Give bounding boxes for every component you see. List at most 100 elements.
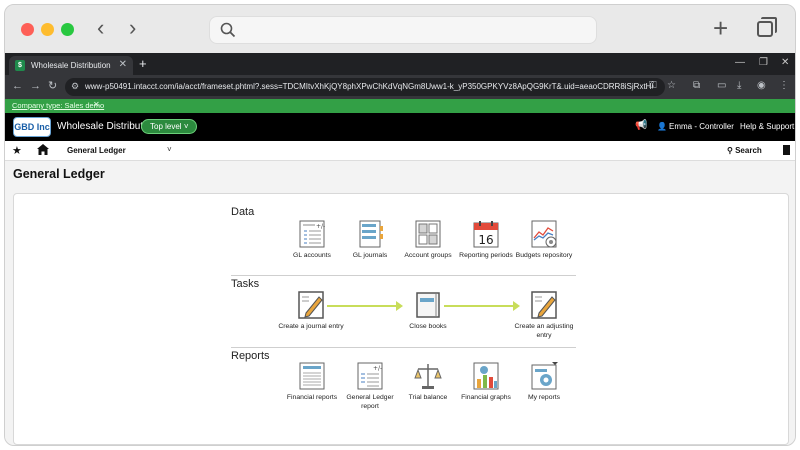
item-label: GL journals: [352, 252, 388, 259]
gl-accounts-item[interactable]: +/- GL accounts: [279, 220, 345, 260]
page-title: General Ledger: [13, 167, 105, 181]
tab-title: Wholesale Distribution: [31, 61, 111, 70]
item-label: Account groups: [404, 252, 452, 259]
calendar-day: 16: [478, 233, 493, 247]
close-window-button[interactable]: [21, 23, 34, 36]
extensions-icon[interactable]: ⧉: [693, 80, 700, 91]
maximize-window-button[interactable]: [61, 23, 74, 36]
downloads-icon[interactable]: ⤓: [737, 80, 741, 91]
svg-text:+/-: +/-: [373, 365, 382, 372]
item-label: My reports: [527, 394, 561, 401]
section-title-tasks: Tasks: [231, 278, 260, 290]
mac-search-field[interactable]: [209, 16, 597, 44]
my-reports-icon: [530, 362, 558, 390]
profile-icon[interactable]: ◉: [757, 80, 766, 91]
megaphone-icon[interactable]: 📢: [635, 120, 647, 131]
account-groups-icon: [414, 220, 442, 248]
url-field[interactable]: ⚙ www-p50491.intacct.com/ia/acct/framese…: [65, 78, 665, 96]
item-label: General Ledger report: [346, 394, 394, 410]
my-reports-item[interactable]: My reports: [511, 362, 577, 402]
favicon-icon: $: [15, 60, 25, 71]
user-icon: 👤: [657, 122, 667, 131]
budget-chart-icon: [530, 220, 558, 248]
item-label: Create an adjusting entry: [514, 323, 574, 339]
user-menu[interactable]: Emma - Controller: [669, 122, 734, 131]
restore-icon[interactable]: ❐: [759, 57, 768, 68]
browser-window: ‹ › + $ Wholesale Distribution ✕ + — ❐ ✕…: [4, 4, 796, 446]
trial-balance-item[interactable]: Trial balance: [395, 362, 461, 402]
site-info-icon[interactable]: ⚙: [71, 81, 79, 92]
svg-text:+/-: +/-: [316, 223, 325, 230]
ledger-list-icon: +/-: [298, 220, 326, 248]
financial-report-icon: [298, 362, 326, 390]
key-icon[interactable]: ⚿: [649, 80, 657, 91]
flow-arrow: [327, 301, 403, 311]
budgets-repository-item[interactable]: Budgets repository: [511, 220, 577, 260]
bar-graph-icon: [472, 362, 500, 390]
cast-icon[interactable]: ▭: [717, 80, 726, 91]
company-type-link[interactable]: Company type: Sales demo: [12, 101, 104, 110]
company-logo[interactable]: GBD Inc: [13, 117, 51, 137]
search-button[interactable]: ⚲ Search: [727, 146, 762, 155]
bookmark-icon[interactable]: [783, 145, 790, 155]
account-groups-item[interactable]: Account groups: [395, 220, 461, 260]
new-tab-button[interactable]: +: [139, 56, 147, 71]
module-menu[interactable]: General Ledger: [67, 146, 126, 155]
item-label: GL accounts: [293, 252, 331, 259]
back-arrow-icon[interactable]: ‹: [97, 17, 104, 39]
minimize-window-button[interactable]: [41, 23, 54, 36]
forward-arrow-icon[interactable]: ›: [129, 17, 136, 39]
calendar-icon: 16: [472, 220, 500, 248]
new-tab-plus-icon[interactable]: +: [713, 15, 728, 41]
tab-overview-icon[interactable]: [757, 17, 777, 37]
chevron-down-icon[interactable]: ˅: [167, 145, 172, 154]
top-level-selector[interactable]: Top level ˅: [141, 119, 198, 134]
adjusting-entry-icon: [530, 291, 558, 319]
url-text: www-p50491.intacct.com/ia/acct/frameset.…: [85, 82, 653, 91]
create-journal-entry-item[interactable]: Create a journal entry: [278, 291, 344, 331]
item-label: Trial balance: [408, 394, 448, 401]
module-nav: ★ General Ledger ˅ ⚲ Search: [5, 141, 795, 161]
tab-close-icon[interactable]: ✕: [119, 59, 127, 70]
home-icon[interactable]: [37, 144, 49, 155]
minimize-icon[interactable]: —: [735, 57, 745, 68]
banner-close-icon[interactable]: ✕: [93, 100, 100, 109]
favorites-star-icon[interactable]: ★: [12, 144, 22, 157]
forward-icon[interactable]: →: [30, 80, 41, 92]
section-title-data: Data: [231, 206, 255, 218]
tab-bar: $ Wholesale Distribution ✕ + — ❐ ✕: [5, 53, 795, 75]
financial-graphs-item[interactable]: Financial graphs: [453, 362, 519, 402]
gl-report-icon: +/-: [356, 362, 384, 390]
close-icon[interactable]: ✕: [781, 57, 789, 68]
app-header: GBD Inc Wholesale Distribution Top level…: [5, 113, 795, 141]
financial-reports-item[interactable]: Financial reports: [279, 362, 345, 402]
section-title-reports: Reports: [231, 350, 270, 362]
create-adjusting-entry-item[interactable]: Create an adjusting entry: [511, 291, 577, 340]
dashboard-card: Data +/- GL accounts GL journals Account…: [13, 193, 789, 445]
item-label: Reporting periods: [459, 252, 513, 259]
browser-tab[interactable]: $ Wholesale Distribution ✕: [9, 56, 133, 75]
top-level-label: Top level: [150, 122, 182, 131]
help-support-link[interactable]: Help & Support: [740, 122, 794, 131]
reporting-periods-item[interactable]: 16 Reporting periods: [453, 220, 519, 260]
section-divider: [231, 347, 576, 348]
item-label: Budgets repository: [515, 252, 573, 259]
gl-report-item[interactable]: +/- General Ledger report: [337, 362, 403, 411]
close-books-item[interactable]: Close books: [395, 291, 461, 331]
journal-book-icon: [356, 220, 384, 248]
item-label: Close books: [409, 323, 447, 330]
gl-journals-item[interactable]: GL journals: [337, 220, 403, 260]
scale-icon: [414, 362, 442, 390]
search-label: Search: [735, 146, 762, 155]
company-banner: Company type: Sales demo ✕: [5, 99, 795, 113]
bookmark-star-icon[interactable]: ☆: [667, 80, 676, 91]
search-icon: [220, 22, 236, 38]
item-label: Create a journal entry: [278, 323, 344, 330]
section-divider: [231, 275, 576, 276]
page-content: General Ledger Data +/- GL accounts GL j…: [5, 161, 795, 445]
back-icon[interactable]: ←: [12, 80, 23, 92]
close-books-icon: [414, 291, 442, 319]
menu-icon[interactable]: ⋮: [779, 80, 789, 91]
mac-title-bar: ‹ › +: [5, 5, 795, 53]
reload-icon[interactable]: ↻: [48, 80, 57, 92]
